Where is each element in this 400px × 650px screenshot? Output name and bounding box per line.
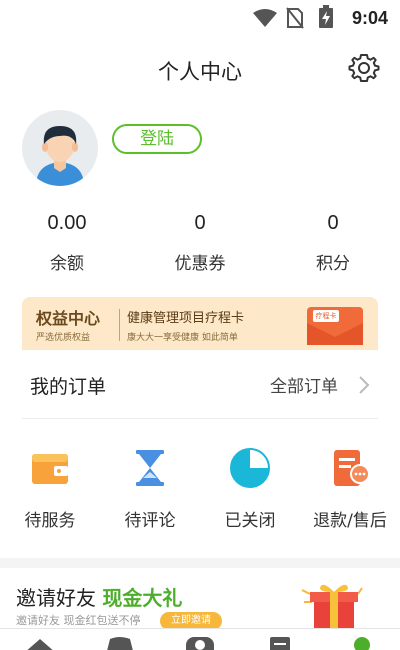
hourglass-icon — [136, 450, 164, 486]
category-icon[interactable] — [100, 633, 140, 650]
gift-icon — [301, 584, 363, 628]
balance-stat[interactable]: 0.00 余额 — [2, 212, 132, 274]
stat-label: 优惠券 — [174, 254, 226, 274]
order-item-label: 已关闭 — [224, 511, 276, 531]
divider — [22, 418, 378, 419]
benefits-banner[interactable]: 权益中心 严选优质权益 健康管理项目疗程卡 康大大一享受健康 如此简单 疗程卡 — [22, 297, 378, 352]
clock-circle-icon — [230, 448, 270, 488]
stat-value: 0 — [194, 212, 206, 234]
gear-icon[interactable] — [348, 52, 380, 84]
orders-section: 我的订单 全部订单 待服务 待评论 已关闭 退款/售后 — [0, 350, 400, 558]
stat-value: 0 — [327, 212, 339, 234]
stat-label: 积分 — [316, 254, 350, 274]
order-pending-service[interactable]: 待服务 — [0, 446, 100, 536]
profile-section: 登陆 0.00 余额 0 优惠券 0 积分 权益中心 严选优质权益 健康管理项目… — [0, 100, 400, 352]
page-title: 个人中心 — [158, 60, 242, 84]
all-orders-link[interactable]: 全部订单 — [270, 372, 338, 397]
status-bar: 9:04 — [0, 0, 400, 36]
profile-icon[interactable] — [342, 633, 382, 650]
chevron-right-icon[interactable] — [356, 374, 372, 396]
stat-label: 余额 — [50, 254, 84, 274]
wifi-icon — [253, 9, 277, 27]
order-closed[interactable]: 已关闭 — [200, 446, 300, 536]
no-sim-icon — [286, 7, 304, 29]
refund-icon — [334, 450, 370, 486]
status-time: 9:04 — [351, 8, 388, 28]
orders-title: 我的订单 — [30, 376, 107, 398]
invite-subtitle: 邀请好友 现金红包送不停 — [16, 614, 141, 627]
avatar[interactable] — [22, 110, 98, 186]
service-icon[interactable] — [180, 633, 220, 650]
envelope-icon — [307, 323, 363, 345]
user-avatar-icon — [36, 126, 84, 186]
invite-highlight: 现金大礼 — [102, 586, 183, 610]
wallet-icon — [32, 454, 68, 484]
banner-tagline: 康大大一享受健康 如此简单 — [127, 333, 238, 343]
treatment-card-icon: 疗程卡 — [307, 307, 363, 345]
order-item-label: 待评论 — [124, 511, 176, 531]
order-pending-review[interactable]: 待评论 — [100, 446, 200, 536]
order-item-label: 退款/售后 — [313, 511, 387, 531]
invite-now-button[interactable]: 立即邀请 — [160, 612, 222, 628]
banner-headline: 健康管理项目疗程卡 — [127, 311, 245, 326]
invite-title-text: 邀请好友 — [16, 586, 96, 610]
home-icon[interactable] — [20, 633, 60, 650]
order-refund[interactable]: 退款/售后 — [300, 446, 400, 536]
coupon-stat[interactable]: 0 优惠券 — [135, 212, 265, 274]
points-stat[interactable]: 0 积分 — [268, 212, 398, 274]
banner-subtitle: 严选优质权益 — [36, 333, 91, 343]
app-header: 个人中心 — [0, 36, 400, 100]
login-button[interactable]: 登陆 — [112, 124, 202, 154]
bottom-tab-bar — [0, 628, 400, 650]
order-item-label: 待服务 — [24, 511, 76, 531]
battery-charging-icon — [319, 5, 333, 28]
stat-value: 0.00 — [47, 212, 87, 234]
banner-divider — [119, 309, 120, 341]
banner-title: 权益中心 — [36, 309, 101, 328]
invite-title: 邀请好友 现金大礼 — [16, 582, 182, 611]
invite-banner[interactable]: 邀请好友 现金大礼 邀请好友 现金红包送不停 立即邀请 — [0, 568, 400, 628]
orders-icon[interactable] — [260, 633, 300, 650]
